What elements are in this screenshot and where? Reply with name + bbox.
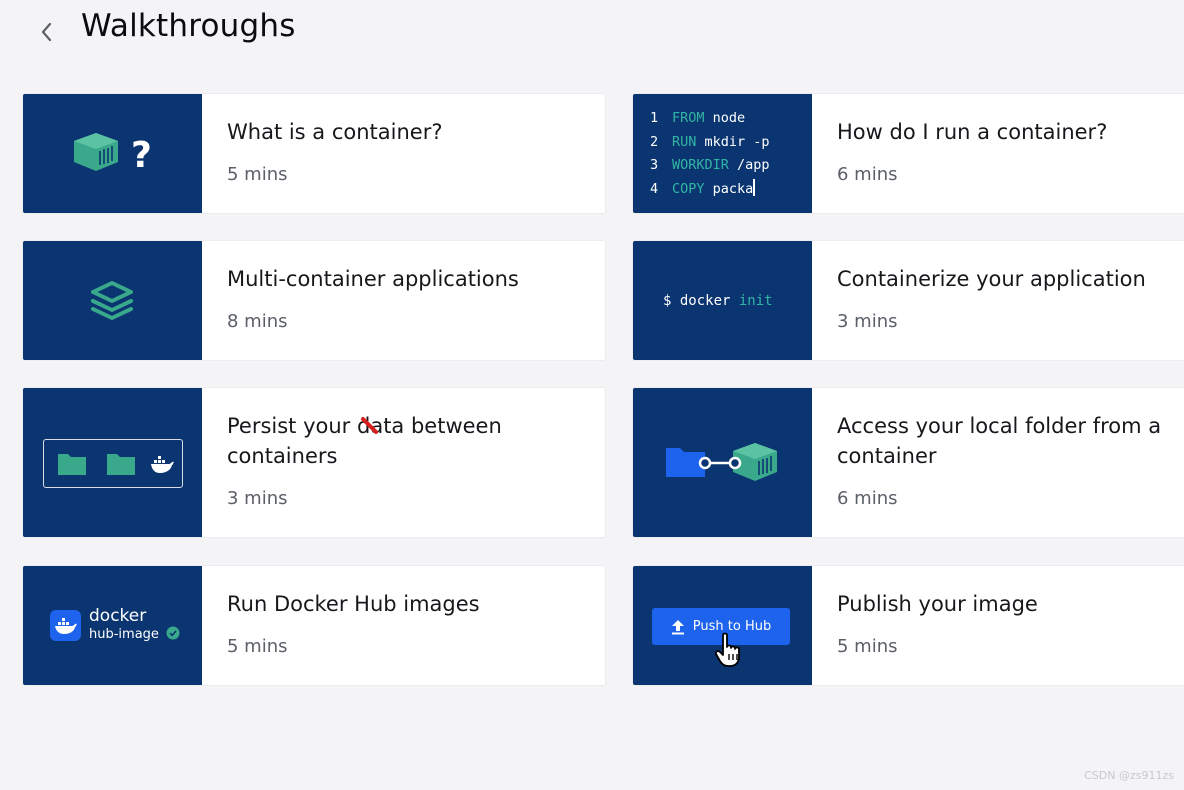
walkthrough-card-access-local-folder[interactable]: Access your local folder from a containe… [633,388,1184,537]
page-title: Walkthroughs [81,8,296,44]
card-duration: 6 mins [837,488,898,509]
card-thumbnail: Push to Hub [633,566,812,685]
layers-icon [91,281,133,320]
card-title: Access your local folder from a containe… [837,414,1162,468]
watermark: CSDN @zs911zs [1084,769,1174,782]
svg-text:?: ? [131,135,152,176]
walkthrough-card-multi-container[interactable]: Multi-container applications 8 mins [23,241,605,360]
card-title: Persist your data between containers [227,414,502,468]
docker-logo-icon [50,610,81,641]
container-question-icon: ? [74,133,152,176]
card-title: Multi-container applications [227,267,519,291]
code-line: 1 FROM node [650,110,746,126]
code-line: 4 COPY packa [650,178,755,197]
card-thumbnail: 1 FROM node 2 RUN mkdir -p 3 WORKDIR /app 4… [633,94,812,213]
card-thumbnail [633,388,812,537]
card-thumbnail: $ docker init [633,241,812,360]
walkthrough-card-what-is-a-container[interactable]: ? What is a container? 5 mins [23,94,605,213]
docker-init-command: $ docker init [663,293,773,309]
card-thumbnail: ? [23,94,202,213]
chevron-left-icon [41,22,52,42]
card-title: Publish your image [837,592,1038,616]
back-button[interactable] [34,18,58,46]
walkthrough-card-persist-data[interactable]: Persist your data between containers 3 m… [23,388,605,537]
code-line: 2 RUN mkdir -p [650,133,770,150]
dockerfile-code-snippet: 1 FROM node 2 RUN mkdir -p 3 WORKDIR /app 4… [650,107,770,201]
card-thumbnail [23,241,202,360]
card-title: Containerize your application [837,267,1146,291]
walkthrough-card-run-a-container[interactable]: 1 FROM node 2 RUN mkdir -p 3 WORKDIR /app 4… [633,94,1184,213]
walkthrough-card-publish-image[interactable]: Push to Hub Publish your image 5 mins [633,566,1184,685]
hub-image-label: hub-image [89,626,180,642]
folder-to-container-icon [666,443,777,481]
card-title: Run Docker Hub images [227,592,480,616]
card-duration: 5 mins [837,636,898,657]
walkthrough-card-docker-hub-images[interactable]: docker hub-image Run Docker Hub images 5… [23,566,605,685]
docker-wordmark: docker [89,606,147,626]
red-annotation-mark [361,417,378,434]
card-duration: 3 mins [227,488,288,509]
card-title: How do I run a container? [837,120,1108,144]
folder-icon [58,454,86,475]
page-header: Walkthroughs [0,0,1184,60]
text-cursor [753,178,755,196]
upload-icon [671,619,684,634]
card-thumbnail [23,388,202,537]
card-duration: 5 mins [227,164,288,185]
card-duration: 3 mins [837,311,898,332]
volumes-illustration [43,439,183,488]
card-thumbnail: docker hub-image [23,566,202,685]
hand-pointer-cursor-icon [715,632,740,667]
verified-check-icon [166,626,180,640]
docker-whale-icon [151,456,174,473]
card-duration: 8 mins [227,311,288,332]
walkthrough-card-containerize[interactable]: $ docker init Containerize your applicat… [633,241,1184,360]
code-line: 3 WORKDIR /app [650,157,770,173]
card-title: What is a container? [227,120,443,144]
card-duration: 6 mins [837,164,898,185]
folder-icon [107,454,135,475]
card-duration: 5 mins [227,636,288,657]
